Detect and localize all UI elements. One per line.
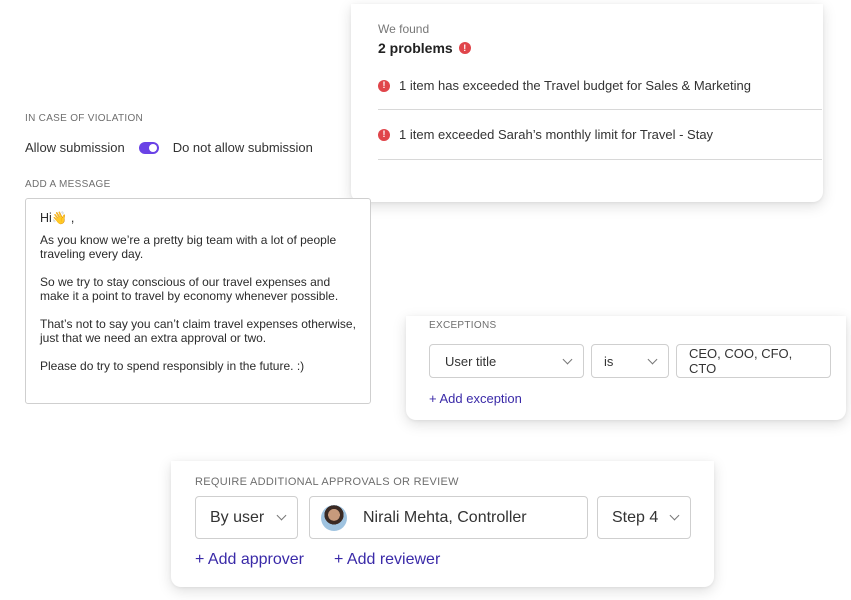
problems-card: We found 2 problems ! ! 1 item has excee…: [351, 4, 823, 202]
alert-icon: !: [378, 128, 390, 141]
chevron-down-icon: [562, 354, 573, 364]
problems-count-label: 2 problems: [378, 40, 453, 56]
divider: [378, 109, 822, 110]
exception-field-value: User title: [445, 353, 497, 369]
message-textarea[interactable]: Hi👋 , As you know we’re a pretty big tea…: [25, 198, 371, 404]
allow-submission-label: Allow submission: [25, 140, 125, 155]
approval-type-value: By user: [210, 508, 265, 526]
problems-found-label: We found: [378, 22, 430, 36]
approval-step-select[interactable]: Step 4: [597, 496, 691, 539]
problem-item-text: 1 item exceeded Sarah’s monthly limit fo…: [399, 127, 714, 142]
exceptions-section-label: EXCEPTIONS: [429, 320, 497, 331]
exception-field-select[interactable]: User title: [429, 344, 584, 378]
message-section-label: ADD A MESSAGE: [25, 179, 111, 190]
problems-count: 2 problems !: [378, 40, 471, 56]
problem-item-text: 1 item has exceeded the Travel budget fo…: [399, 78, 751, 93]
exception-value-text: CEO, COO, CFO, CTO: [689, 346, 793, 376]
violation-toggle-row: Allow submission Do not allow submission: [25, 140, 313, 155]
add-exception-link[interactable]: + Add exception: [429, 391, 522, 406]
message-paragraph: So we try to stay conscious of our trave…: [40, 275, 339, 303]
approvals-section-label: REQUIRE ADDITIONAL APPROVALS OR REVIEW: [195, 476, 459, 488]
add-approver-link[interactable]: + Add approver: [195, 551, 304, 569]
message-paragraph: As you know we’re a pretty big team with…: [40, 233, 337, 261]
approvals-card: REQUIRE ADDITIONAL APPROVALS OR REVIEW B…: [171, 461, 714, 587]
avatar: [321, 504, 347, 531]
message-paragraph: That’s not to say you can’t claim travel…: [40, 317, 356, 345]
chevron-down-icon: [647, 354, 658, 364]
violation-section-label: IN CASE OF VIOLATION: [25, 113, 144, 124]
message-greeting: Hi👋 ,: [40, 211, 75, 225]
exception-operator-select[interactable]: is: [591, 344, 669, 378]
message-paragraph: Please do try to spend responsibly in th…: [40, 359, 305, 373]
divider: [378, 159, 822, 160]
exception-operator-value: is: [604, 353, 614, 369]
add-reviewer-link[interactable]: + Add reviewer: [334, 551, 440, 569]
chevron-down-icon: [276, 510, 287, 521]
toggle-knob: [148, 143, 157, 152]
problem-item: ! 1 item has exceeded the Travel budget …: [378, 78, 822, 93]
alert-icon: !: [458, 42, 471, 54]
exception-value-input[interactable]: CEO, COO, CFO, CTO: [676, 344, 831, 378]
approval-type-select[interactable]: By user: [195, 496, 298, 539]
approver-user-name: Nirali Mehta, Controller: [363, 508, 527, 526]
submission-toggle[interactable]: [138, 141, 159, 154]
disallow-submission-label: Do not allow submission: [172, 140, 313, 155]
approval-step-value: Step 4: [612, 508, 659, 526]
chevron-down-icon: [669, 510, 680, 521]
exceptions-card: EXCEPTIONS User title is CEO, COO, CFO, …: [406, 316, 846, 420]
approver-user-select[interactable]: Nirali Mehta, Controller: [309, 496, 588, 539]
problem-item: ! 1 item exceeded Sarah’s monthly limit …: [378, 127, 822, 142]
alert-icon: !: [378, 79, 390, 92]
